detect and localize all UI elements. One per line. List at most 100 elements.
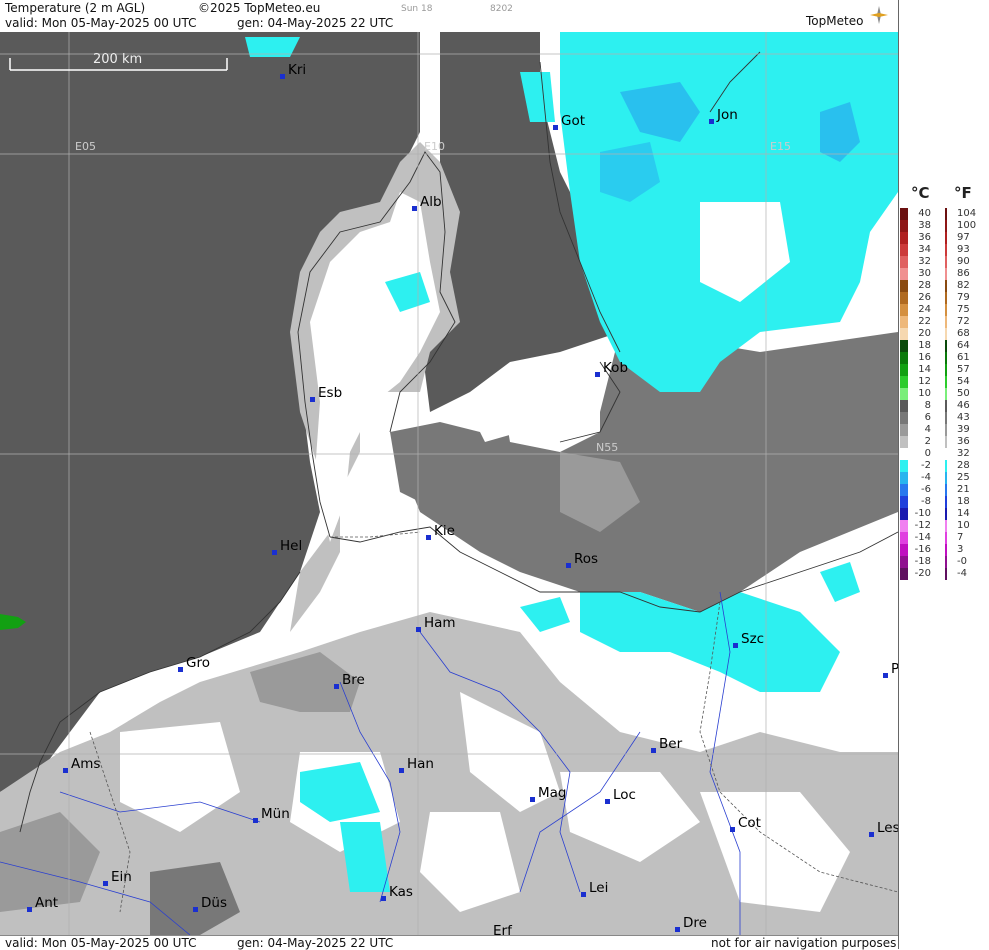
legend-entry: 12 54 [899, 376, 989, 388]
legend-fahrenheit-value: 68 [957, 328, 970, 339]
legend-swatch [945, 520, 947, 532]
legend-swatch [900, 388, 908, 400]
legend-swatch [900, 364, 908, 376]
legend-fahrenheit-value: 90 [957, 256, 970, 267]
legend-swatch [900, 472, 908, 484]
legend-swatch [900, 436, 908, 448]
legend-swatch [900, 460, 908, 472]
legend-celsius-value: 36 [918, 232, 931, 243]
legend-swatch [900, 376, 908, 388]
legend-celsius-value: 20 [918, 328, 931, 339]
legend-swatch [900, 280, 908, 292]
legend-swatch [945, 460, 947, 472]
legend-fahrenheit-value: 39 [957, 424, 970, 435]
legend-celsius-value: 16 [918, 352, 931, 363]
legend-celsius-value: -10 [914, 508, 931, 519]
legend-entry: -14 7 [899, 532, 989, 544]
grid-label-e05: E05 [75, 140, 96, 153]
legend-swatch [900, 220, 908, 232]
header-bar: Temperature (2 m AGL) ©2025 TopMeteo.eu … [0, 0, 898, 33]
legend-swatch [945, 448, 947, 460]
legend-entry: 20 68 [899, 328, 989, 340]
legend-entry: -20 -4 [899, 568, 989, 580]
legend-fahrenheit-value: 86 [957, 268, 970, 279]
legend-swatch [945, 304, 947, 316]
legend-celsius-value: 38 [918, 220, 931, 231]
legend-swatch [900, 400, 908, 412]
legend-entry: 6 43 [899, 412, 989, 424]
legend-fahrenheit-value: 10 [957, 520, 970, 531]
legend-swatch [945, 412, 947, 424]
legend-entry: 26 79 [899, 292, 989, 304]
legend-celsius-value: 8 [924, 400, 931, 411]
legend-celsius-value: 18 [918, 340, 931, 351]
code-label: 8202 [490, 4, 513, 14]
legend-swatch [900, 268, 908, 280]
legend-celsius-value: 34 [918, 244, 931, 255]
logo: TopMeteo [806, 14, 864, 28]
legend-entry: -4 25 [899, 472, 989, 484]
legend-celsius-value: 10 [918, 388, 931, 399]
legend-entry: -18 -0 [899, 556, 989, 568]
legend-entry: 8 46 [899, 400, 989, 412]
map-area[interactable]: 200 km E05 E10 E15 N55 Kri Got Jon Alb K… [0, 32, 898, 935]
legend-entry: -12 10 [899, 520, 989, 532]
legend-celsius-value: -8 [921, 496, 931, 507]
legend-entry: -16 3 [899, 544, 989, 556]
legend-entry: 40 104 [899, 208, 989, 220]
map-title: Temperature (2 m AGL) [5, 1, 146, 15]
legend-swatch [900, 352, 908, 364]
legend-celsius-value: 24 [918, 304, 931, 315]
legend-swatch [900, 232, 908, 244]
legend-fahrenheit-value: 3 [957, 544, 964, 555]
legend-fahrenheit-value: 43 [957, 412, 970, 423]
legend-swatch [945, 292, 947, 304]
legend-swatch [945, 316, 947, 328]
legend-swatch [945, 472, 947, 484]
legend-swatch [945, 340, 947, 352]
legend-celsius-value: -14 [914, 532, 931, 543]
legend-fahrenheit-value: 79 [957, 292, 970, 303]
legend-celsius-value: 12 [918, 376, 931, 387]
legend-swatch [900, 412, 908, 424]
legend-swatch [900, 304, 908, 316]
legend-swatch [945, 556, 947, 568]
legend-swatch [900, 448, 908, 460]
legend-entry: 24 75 [899, 304, 989, 316]
legend-swatch [945, 364, 947, 376]
legend-fahrenheit-value: 75 [957, 304, 970, 315]
grid-label-e10: E10 [424, 140, 445, 153]
legend-entry: -10 14 [899, 508, 989, 520]
legend-swatch [945, 268, 947, 280]
legend-swatch [945, 388, 947, 400]
legend-swatch [945, 220, 947, 232]
temperature-map [0, 32, 898, 935]
legend-fahrenheit-value: -0 [957, 556, 967, 567]
legend-entry: -8 18 [899, 496, 989, 508]
legend-fahrenheit-value: 97 [957, 232, 970, 243]
legend-fahrenheit-value: 7 [957, 532, 964, 543]
grid-label-e15: E15 [770, 140, 791, 153]
legend-swatch [945, 544, 947, 556]
legend-swatch [900, 568, 908, 580]
legend-fahrenheit-value: 54 [957, 376, 970, 387]
legend-entry: 10 50 [899, 388, 989, 400]
legend-swatch [945, 400, 947, 412]
legend-celsius-value: 30 [918, 268, 931, 279]
legend-swatch [945, 568, 947, 580]
legend-swatch [900, 496, 908, 508]
legend-celsius-value: -2 [921, 460, 931, 471]
legend-swatch [945, 424, 947, 436]
legend-celsius-value: -16 [914, 544, 931, 555]
legend-swatch [900, 556, 908, 568]
legend-celsius-value: -4 [921, 472, 931, 483]
legend-swatch [900, 520, 908, 532]
legend-swatch [900, 244, 908, 256]
legend-entry: 14 57 [899, 364, 989, 376]
legend-fahrenheit-value: 18 [957, 496, 970, 507]
legend-swatch [945, 232, 947, 244]
legend-swatch [945, 256, 947, 268]
legend-fahrenheit-value: 46 [957, 400, 970, 411]
copyright: ©2025 TopMeteo.eu [198, 1, 321, 15]
legend-entry: 0 32 [899, 448, 989, 460]
